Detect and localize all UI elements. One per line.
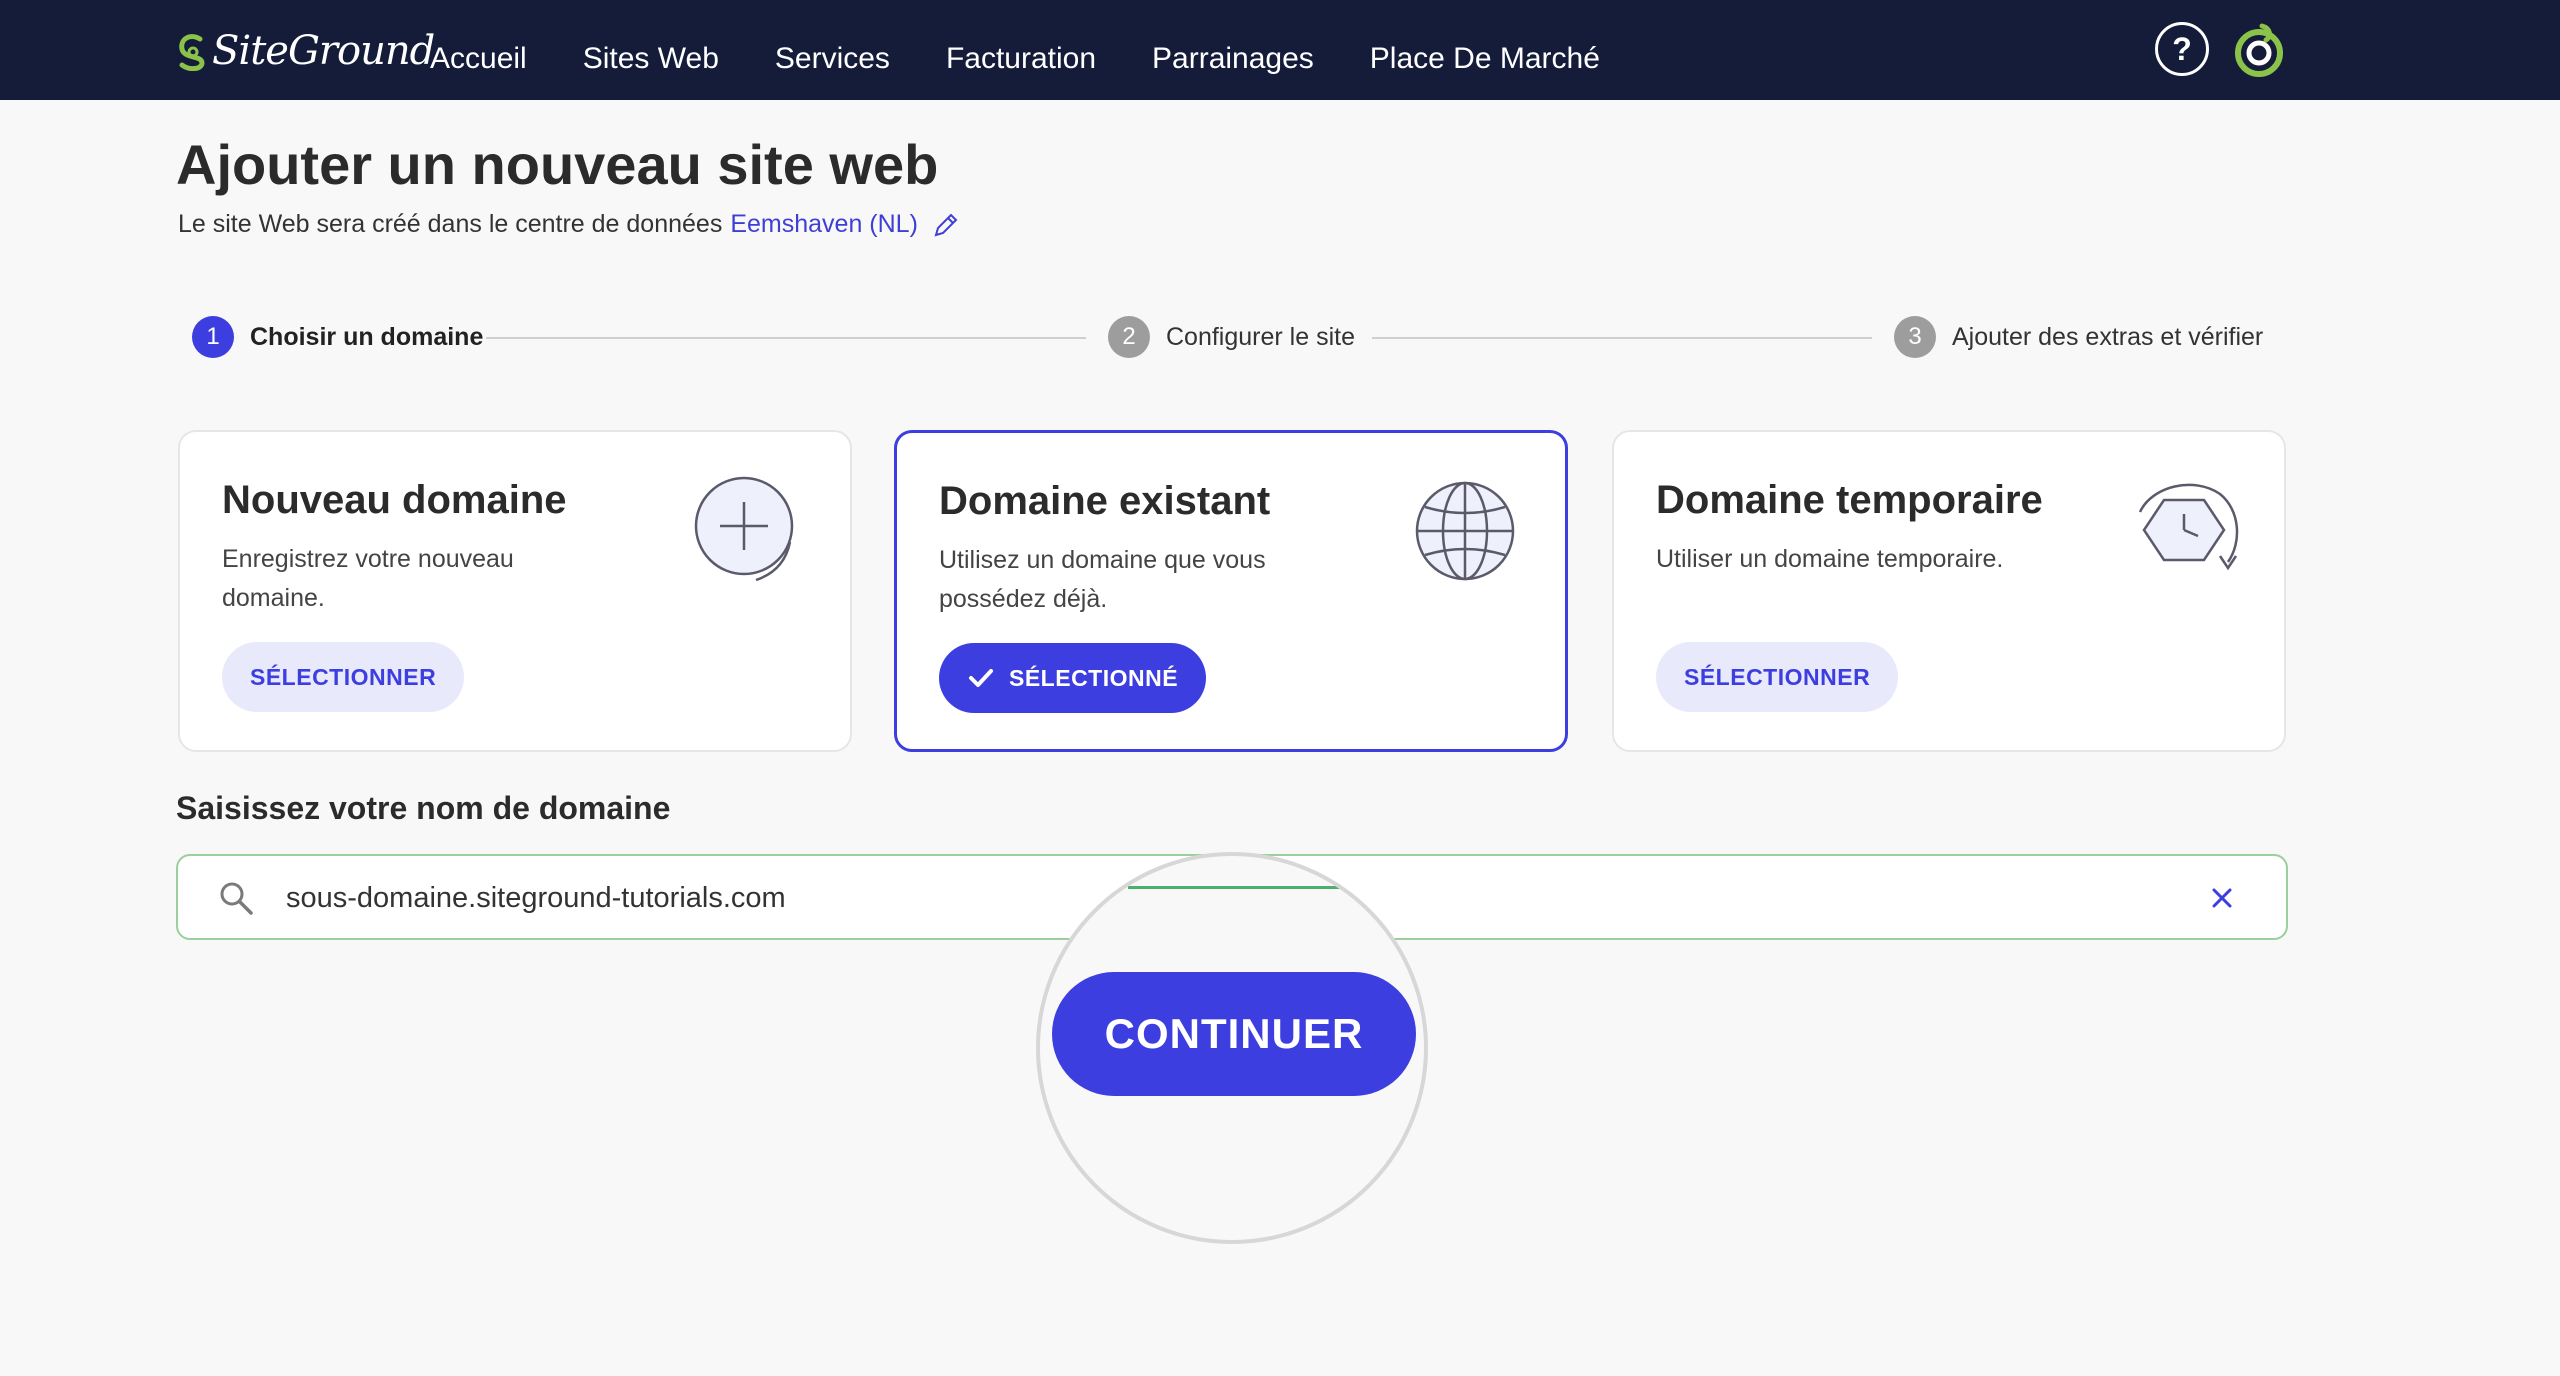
progress-stepper: 1 Choisir un domaine 2 Configurer le sit…	[192, 316, 2282, 360]
card-existing-domain[interactable]: Domaine existant Utilisez un domaine que…	[894, 430, 1568, 752]
plus-circle-icon	[694, 476, 794, 582]
card-title: Domaine existant	[939, 479, 1271, 523]
user-avatar-icon[interactable]	[2232, 22, 2286, 78]
magnified-input-border	[1128, 886, 1346, 889]
step-connector	[486, 337, 1086, 339]
card-temporary-domain[interactable]: Domaine temporaire Utiliser un domaine t…	[1612, 430, 2286, 752]
siteground-logo-icon	[179, 34, 205, 71]
button-label: SÉLECTIONNÉ	[1009, 664, 1179, 691]
nav-item-accueil[interactable]: Accueil	[430, 42, 527, 76]
step-number: 3	[1894, 316, 1936, 358]
nav-item-facturation[interactable]: Facturation	[946, 42, 1096, 76]
step-extras-verify: 3 Ajouter des extras et vérifier	[1894, 316, 2263, 358]
continue-button[interactable]: CONTINUER	[1052, 972, 1416, 1096]
help-icon: ?	[2172, 30, 2192, 67]
card-new-domain[interactable]: Nouveau domaine Enregistrez votre nouvea…	[178, 430, 852, 752]
globe-icon	[1415, 481, 1515, 581]
nav-item-sites-web[interactable]: Sites Web	[583, 42, 719, 76]
top-navigation-bar: SiteGround Accueil Sites Web Services Fa…	[0, 0, 2560, 100]
card-description: Utiliser un domaine temporaire.	[1656, 545, 2004, 573]
step-connector	[1372, 337, 1872, 339]
search-icon	[220, 882, 253, 915]
step-choose-domain: 1 Choisir un domaine	[192, 316, 483, 358]
subtitle-text: Le site Web sera créé dans le centre de …	[178, 210, 723, 238]
page-title: Ajouter un nouveau site web	[176, 133, 939, 196]
step-number: 2	[1108, 316, 1150, 358]
main-nav: Accueil Sites Web Services Facturation P…	[430, 42, 1656, 76]
close-icon[interactable]	[2208, 884, 2236, 912]
card-description: Utilisez un domaine que vous possédez dé…	[939, 546, 1266, 613]
step-label: Ajouter des extras et vérifier	[1952, 322, 2264, 351]
step-configure-site: 2 Configurer le site	[1108, 316, 1355, 358]
selected-existing-domain-button[interactable]: SÉLECTIONNÉ	[939, 643, 1207, 713]
select-new-domain-button[interactable]: SÉLECTIONNER	[222, 642, 465, 712]
select-temporary-domain-button[interactable]: SÉLECTIONNER	[1656, 642, 1899, 712]
nav-item-parrainages[interactable]: Parrainages	[1152, 42, 1314, 76]
logo-text: SiteGround	[212, 28, 435, 74]
magnifier-highlight: CONTINUER	[1036, 852, 1428, 1244]
datacenter-subtitle: Le site Web sera créé dans le centre de …	[178, 210, 960, 239]
nav-item-services[interactable]: Services	[775, 42, 890, 76]
domain-field-label: Saisissez votre nom de domaine	[176, 790, 671, 826]
card-title: Nouveau domaine	[222, 478, 567, 522]
pencil-edit-icon[interactable]	[932, 211, 960, 239]
help-button[interactable]: ?	[2155, 22, 2209, 76]
card-description: Enregistrez votre nouveau domaine.	[222, 545, 514, 612]
step-label: Choisir un domaine	[250, 322, 484, 351]
check-icon	[969, 669, 993, 687]
datacenter-link[interactable]: Eemshaven (NL)	[730, 210, 918, 239]
step-label: Configurer le site	[1166, 322, 1355, 351]
siteground-logo[interactable]: SiteGround	[176, 26, 435, 76]
clock-icon	[2138, 483, 2239, 571]
step-number: 1	[192, 316, 234, 358]
nav-item-place-de-marche[interactable]: Place De Marché	[1370, 42, 1600, 76]
card-title: Domaine temporaire	[1656, 478, 2043, 522]
